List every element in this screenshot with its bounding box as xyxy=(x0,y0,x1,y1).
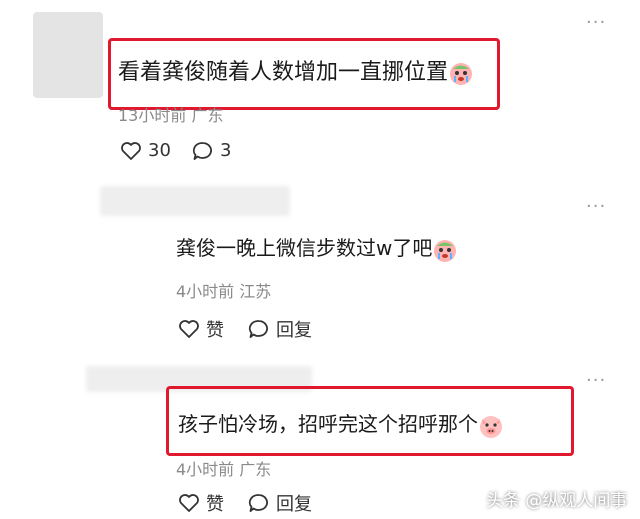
reply-text: 龚俊一晚上微信步数过w了吧 xyxy=(176,232,458,263)
like-button[interactable]: 30 xyxy=(120,140,171,161)
reply-button[interactable]: 回复 xyxy=(248,490,312,516)
reply-meta: 4小时前 江苏 xyxy=(176,282,272,301)
comment-bubble-icon xyxy=(248,320,268,338)
like-button[interactable]: 赞 xyxy=(178,316,224,342)
pig-face-emoji xyxy=(480,415,502,438)
reply-label: 回复 xyxy=(276,320,312,341)
reply-button[interactable]: 回复 xyxy=(248,316,312,342)
like-button[interactable]: 赞 xyxy=(178,490,224,516)
comment-meta: 13小时前 广东 xyxy=(118,106,224,125)
more-options-icon[interactable]: ··· xyxy=(586,196,606,217)
reply-username xyxy=(100,186,290,216)
more-options-icon[interactable]: ··· xyxy=(586,12,606,33)
watermark: 头条 @纵观人间事 xyxy=(486,491,628,511)
comment-text: 看着龚俊随着人数增加一直挪位置 xyxy=(118,54,474,86)
reply-text: 孩子怕冷场，招呼完这个招呼那个 xyxy=(178,408,504,439)
avatar[interactable] xyxy=(33,12,103,98)
reply-count-button[interactable]: 3 xyxy=(192,140,231,161)
reply-label: 回复 xyxy=(276,494,312,515)
like-label: 赞 xyxy=(206,320,224,341)
reply-count: 3 xyxy=(220,140,232,161)
crying-face-emoji xyxy=(450,63,473,85)
heart-icon xyxy=(121,141,141,160)
like-count: 30 xyxy=(148,140,171,161)
heart-icon xyxy=(179,494,199,512)
heart-icon xyxy=(179,320,199,338)
comment-bubble-icon xyxy=(192,141,212,160)
like-label: 赞 xyxy=(206,494,224,515)
crying-face-emoji xyxy=(434,239,457,262)
more-options-icon[interactable]: ··· xyxy=(586,370,606,391)
comment-bubble-icon xyxy=(248,494,268,512)
reply-meta: 4小时前 广东 xyxy=(176,460,272,479)
